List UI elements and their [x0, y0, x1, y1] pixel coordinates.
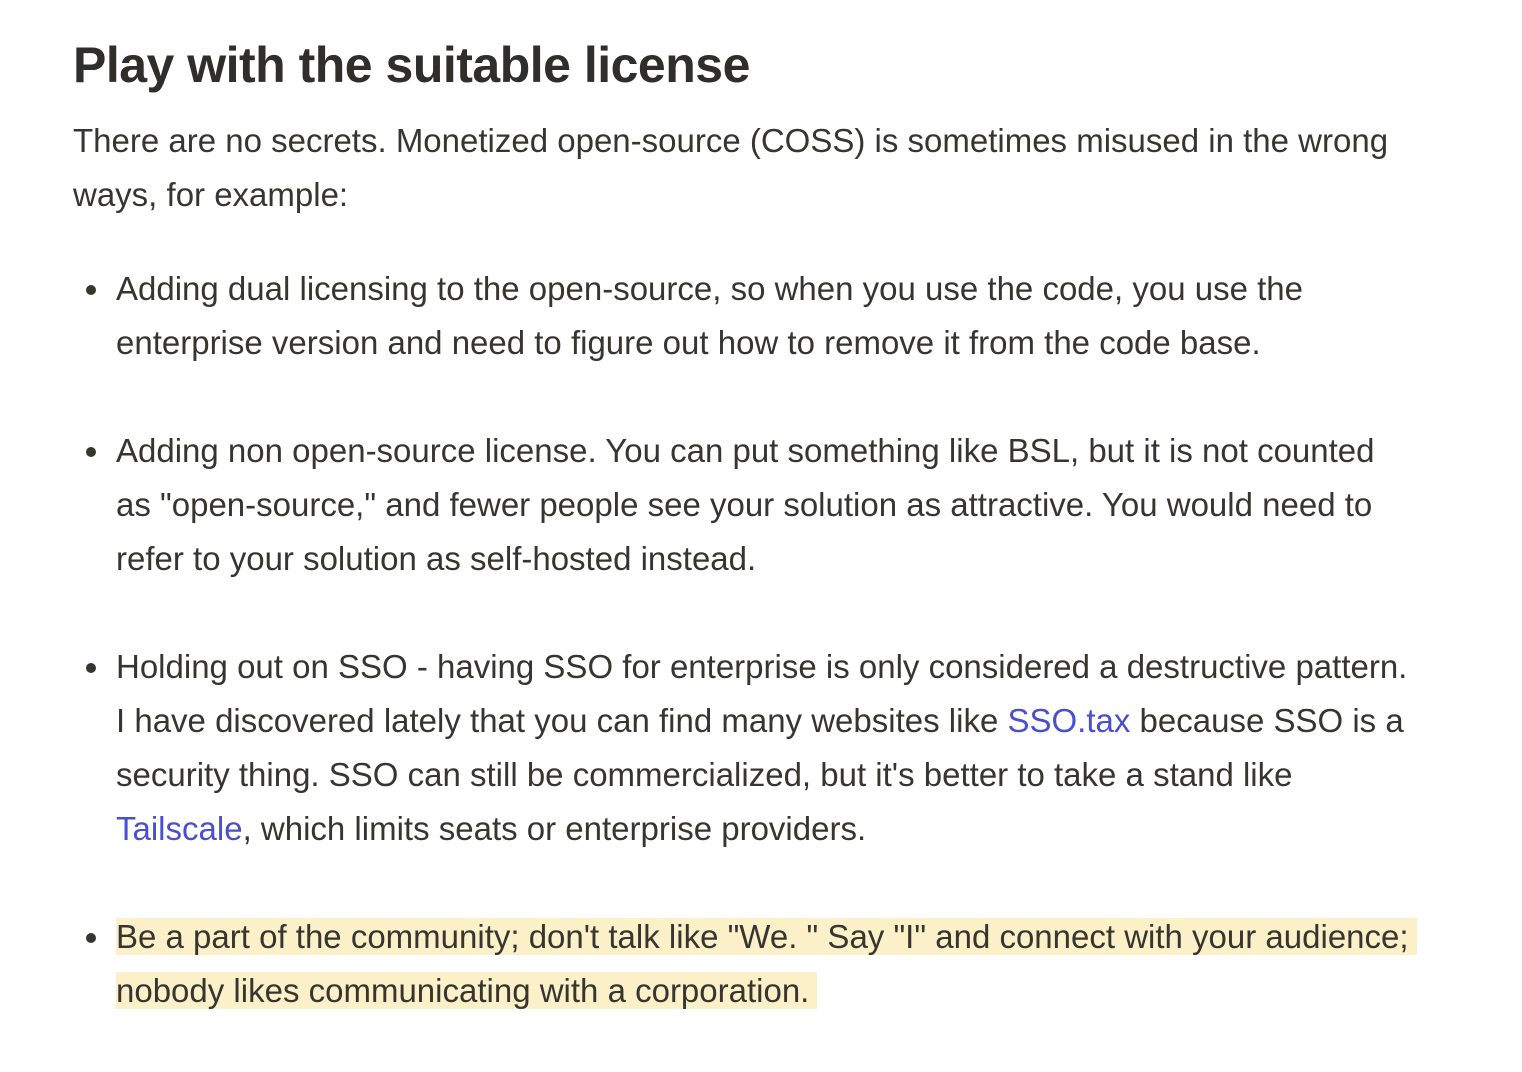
bullet-icon: [86, 933, 96, 943]
list-item-text: , which limits seats or enterprise provi…: [242, 810, 867, 847]
tailscale-link[interactable]: Tailscale: [116, 810, 243, 847]
list-item: Holding out on SSO - having SSO for ente…: [73, 640, 1416, 856]
article-section: Play with the suitable license There are…: [73, 30, 1453, 1072]
list-item-text: Adding non open-source license. You can …: [116, 432, 1375, 577]
list-item: Adding non open-source license. You can …: [73, 424, 1416, 586]
bullet-icon: [86, 285, 96, 295]
list-item-text: Adding dual licensing to the open-source…: [116, 270, 1303, 361]
bullet-icon: [86, 447, 96, 457]
bullet-icon: [86, 663, 96, 673]
intro-paragraph: There are no secrets. Monetized open-sou…: [73, 122, 1389, 213]
list-item: Adding dual licensing to the open-source…: [73, 262, 1416, 370]
section-heading: Play with the suitable license: [73, 37, 750, 93]
list-item: Be a part of the community; don't talk l…: [73, 910, 1417, 1018]
bullet-list: Adding dual licensing to the open-source…: [73, 262, 1453, 1018]
sso-tax-link[interactable]: SSO.tax: [1007, 702, 1130, 739]
highlighted-text: Be a part of the community; don't talk l…: [116, 918, 1417, 1009]
